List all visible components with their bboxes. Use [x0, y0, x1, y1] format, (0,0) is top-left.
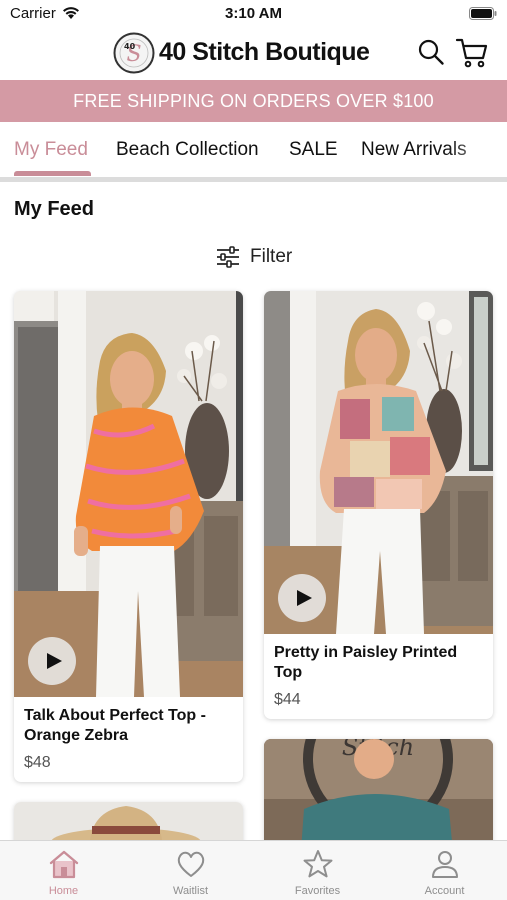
product-card[interactable]: Pretty in Paisley Printed Top $44	[264, 291, 493, 719]
search-icon[interactable]	[417, 38, 445, 66]
product-card[interactable]: Talk About Perfect Top - Orange Zebra $4…	[14, 291, 243, 782]
bottom-tab-bar: Home Waitlist Favorites Account	[0, 840, 507, 900]
page-title: My Feed	[14, 198, 95, 220]
tab-bar-waitlist[interactable]: Waitlist	[127, 841, 254, 900]
status-time: 3:10 AM	[225, 5, 282, 22]
home-icon	[49, 850, 79, 879]
cart-icon[interactable]	[455, 37, 489, 69]
play-icon	[47, 653, 62, 669]
play-icon	[297, 590, 312, 606]
play-video-button[interactable]	[278, 574, 326, 622]
product-title[interactable]: Pretty in Paisley Printed Top	[274, 643, 484, 683]
battery-icon	[469, 7, 497, 20]
star-icon	[303, 850, 333, 878]
category-tabs: My Feed Beach Collection SALE New Arriva…	[0, 122, 507, 178]
tab-beach-collection[interactable]: Beach Collection	[116, 139, 259, 161]
tab-sale[interactable]: SALE	[289, 139, 338, 161]
heart-icon	[177, 851, 205, 877]
tabs-divider	[0, 177, 507, 182]
product-image[interactable]	[14, 291, 243, 697]
product-price: $44	[274, 691, 301, 708]
app-header: S 40 40 Stitch Boutique	[0, 28, 507, 80]
promo-banner[interactable]: FREE SHIPPING ON ORDERS OVER $100	[0, 80, 507, 122]
tab-my-feed[interactable]: My Feed	[14, 139, 88, 161]
tab-bar-label: Account	[424, 885, 465, 897]
active-tab-indicator	[14, 171, 91, 176]
tab-bar-favorites[interactable]: Favorites	[254, 841, 381, 900]
svg-text:40: 40	[124, 42, 136, 51]
tab-bar-account[interactable]: Account	[381, 841, 507, 900]
brand-name: 40 Stitch Boutique	[159, 38, 370, 66]
status-bar: Carrier 3:10 AM	[0, 0, 507, 28]
logo: S 40	[113, 32, 155, 74]
sliders-icon	[217, 246, 239, 268]
filter-button[interactable]: Filter	[216, 244, 292, 270]
tab-bar-home[interactable]: Home	[0, 841, 127, 900]
product-title[interactable]: Talk About Perfect Top - Orange Zebra	[24, 706, 234, 746]
filter-label: Filter	[250, 246, 293, 267]
tab-new-arrivals[interactable]: New Arrivals	[361, 139, 467, 161]
tab-bar-label: Waitlist	[172, 885, 209, 897]
product-price: $48	[24, 754, 51, 771]
tab-bar-label: Favorites	[294, 885, 341, 897]
person-icon	[432, 851, 458, 878]
tab-bar-label: Home	[48, 885, 79, 897]
play-video-button[interactable]	[28, 637, 76, 685]
